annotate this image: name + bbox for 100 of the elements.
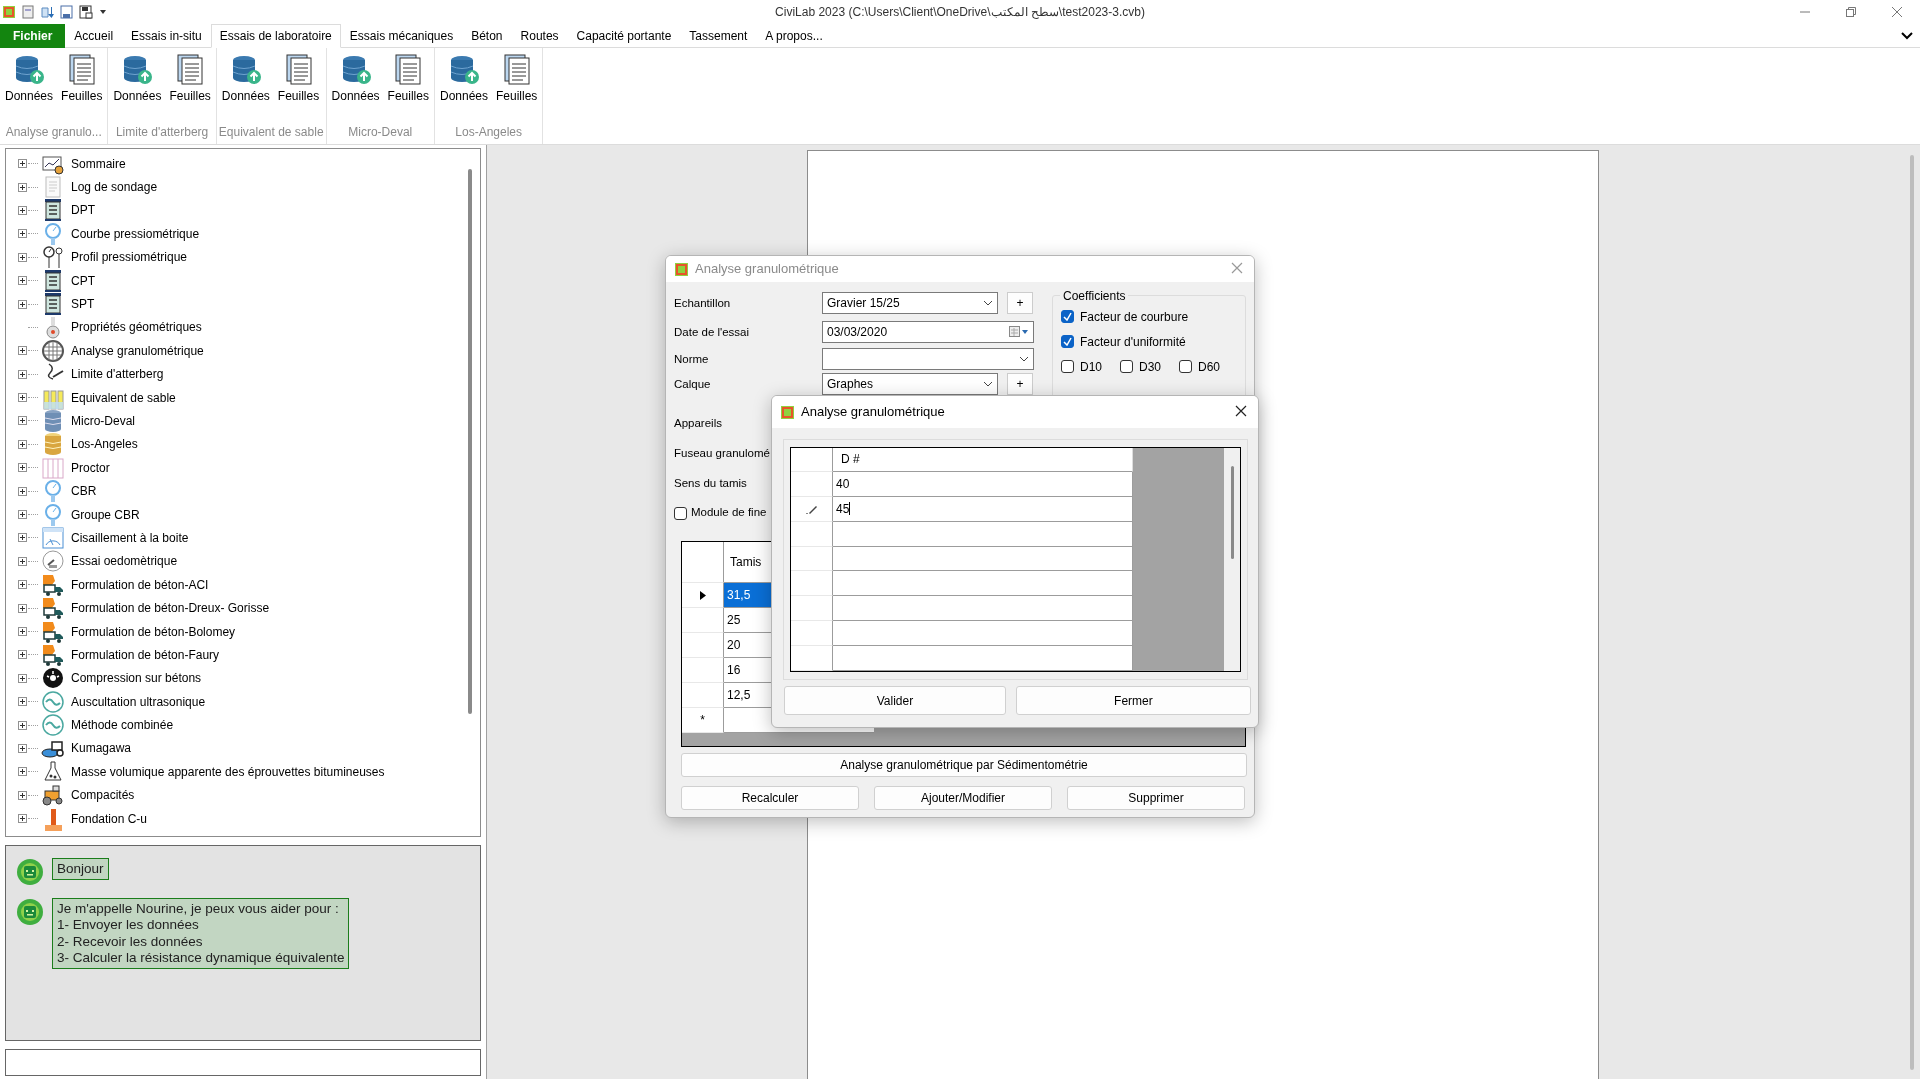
- expand-button[interactable]: [18, 650, 27, 660]
- dialog-button[interactable]: Fermer: [1015, 686, 1251, 715]
- expand-button[interactable]: [18, 627, 27, 636]
- expand-button[interactable]: [18, 603, 27, 613]
- checkbox[interactable]: [1061, 310, 1074, 323]
- expand-button[interactable]: [18, 205, 27, 215]
- scrollbar[interactable]: [1224, 448, 1240, 671]
- expand-button[interactable]: [18, 556, 27, 566]
- tree-item[interactable]: Formulation de béton-Bolomey: [71, 622, 236, 641]
- expand-button[interactable]: [18, 673, 27, 683]
- expand-button[interactable]: [18, 159, 27, 169]
- tree-item[interactable]: DPT: [71, 201, 95, 220]
- expand-button[interactable]: [18, 229, 27, 239]
- dialog-button[interactable]: Valider: [784, 686, 1006, 715]
- expand-button[interactable]: [18, 416, 27, 426]
- expand-button[interactable]: [18, 486, 27, 496]
- ribbon-tab[interactable]: Essais in-situ: [122, 24, 211, 48]
- ribbon-tab[interactable]: Essais de laboratoire: [210, 24, 341, 48]
- dialog-button[interactable]: Recalculer: [681, 786, 859, 810]
- save-as-icon[interactable]: [79, 5, 93, 19]
- chat-input-field[interactable]: [5, 1049, 481, 1076]
- open-arrow-icon[interactable]: [40, 5, 54, 19]
- expand-button[interactable]: [18, 743, 27, 753]
- expand-button[interactable]: [18, 463, 27, 473]
- ribbon-button[interactable]: Feuilles: [274, 51, 323, 105]
- ribbon-tab[interactable]: Accueil: [65, 24, 123, 48]
- ribbon-button[interactable]: Données: [436, 51, 491, 105]
- ribbon-tab[interactable]: Essais mécaniques: [340, 24, 463, 48]
- tree-item[interactable]: Formulation de béton-Dreux- Gorisse: [71, 599, 270, 618]
- tree-item[interactable]: Méthode combinée: [71, 716, 174, 735]
- expand-button[interactable]: [18, 814, 27, 824]
- file-menu-button[interactable]: Fichier: [0, 24, 66, 48]
- tree-item[interactable]: Propriétés géométriques: [71, 318, 202, 337]
- ribbon-button[interactable]: Données: [2, 51, 57, 105]
- expand-button[interactable]: [18, 790, 27, 800]
- tree-item[interactable]: Fondation C-u: [71, 809, 148, 828]
- ribbon-button[interactable]: Feuilles: [166, 51, 214, 105]
- tree-item[interactable]: Log de sondage: [71, 178, 158, 197]
- tree-item[interactable]: SPT: [71, 295, 95, 314]
- tree-item[interactable]: Sommaire: [71, 154, 126, 173]
- tree-item[interactable]: Masse volumique apparente des éprouvettes bitumineuses: [71, 762, 385, 781]
- expand-button[interactable]: [18, 369, 27, 379]
- tree-item[interactable]: Formulation de béton-Faury: [71, 645, 220, 664]
- ribbon-tab[interactable]: Routes: [511, 24, 568, 48]
- ribbon-button[interactable]: Données: [110, 51, 165, 105]
- scrollbar-thumb[interactable]: [468, 169, 472, 714]
- tree-item[interactable]: Profil pressiométrique: [71, 248, 188, 267]
- expand-button[interactable]: [18, 697, 27, 707]
- tree-item[interactable]: Analyse granulométrique: [71, 341, 204, 360]
- tree-item[interactable]: Essai oedomètrique: [71, 552, 178, 571]
- expand-button[interactable]: [18, 510, 27, 520]
- tree-item[interactable]: Groupe CBR: [71, 505, 140, 524]
- ribbon-tab[interactable]: Béton: [462, 24, 512, 48]
- ribbon-tab[interactable]: Capacité portante: [567, 24, 681, 48]
- dropdown-arrow-icon[interactable]: [99, 8, 107, 16]
- checkbox[interactable]: [1179, 360, 1193, 373]
- expand-button[interactable]: [18, 533, 27, 543]
- tree-item[interactable]: Equivalent de sable: [71, 388, 176, 407]
- tree-item[interactable]: CBR: [71, 482, 97, 501]
- tree-item[interactable]: Limite d'atterberg: [71, 365, 164, 384]
- scrollbar-thumb[interactable]: [1910, 155, 1914, 1070]
- expand-button[interactable]: [18, 439, 27, 449]
- expand-button[interactable]: [18, 182, 27, 192]
- add-button[interactable]: +: [1007, 373, 1033, 395]
- dropdown-field[interactable]: Gravier 15/25: [822, 292, 998, 314]
- date-field[interactable]: 03/03/2020: [822, 321, 1034, 343]
- checkbox[interactable]: [1061, 360, 1074, 373]
- expand-button[interactable]: [18, 767, 27, 777]
- sedimentometry-button[interactable]: Analyse granulométrique par Sédimentométrie: [681, 753, 1247, 777]
- dropdown-field[interactable]: Graphes: [822, 373, 998, 395]
- expand-button[interactable]: [18, 393, 27, 403]
- dialog-button[interactable]: Supprimer: [1067, 786, 1245, 810]
- tree-item[interactable]: Kumagawa: [71, 739, 132, 758]
- tree-item[interactable]: Proctor: [71, 458, 110, 477]
- ribbon-button[interactable]: Feuilles: [493, 51, 541, 105]
- tree-item[interactable]: Formulation de béton-ACI: [71, 575, 209, 594]
- ribbon-tab[interactable]: A propos...: [756, 24, 832, 48]
- checkbox[interactable]: [1120, 360, 1133, 373]
- expand-button[interactable]: [18, 720, 27, 730]
- ribbon-button[interactable]: Données: [328, 51, 383, 105]
- ribbon-tab[interactable]: Tassement: [680, 24, 757, 48]
- tree-item[interactable]: Auscultation ultrasonique: [71, 692, 206, 711]
- checkbox[interactable]: [1061, 335, 1074, 348]
- dropdown-field[interactable]: [822, 348, 1034, 370]
- ribbon-button[interactable]: Feuilles: [384, 51, 432, 105]
- tree-item[interactable]: Compression sur bétons: [71, 669, 202, 688]
- tree-item[interactable]: CPT: [71, 271, 95, 290]
- dialog-button[interactable]: Ajouter/Modifier: [874, 786, 1052, 810]
- checkbox[interactable]: [674, 506, 687, 520]
- expand-button[interactable]: [18, 276, 27, 286]
- save-icon[interactable]: [60, 5, 73, 19]
- tree-item[interactable]: Los-Angeles: [71, 435, 138, 454]
- tree-item[interactable]: Compacités: [71, 786, 135, 805]
- ribbon-button[interactable]: Feuilles: [58, 51, 106, 105]
- tree-item[interactable]: Micro-Deval: [71, 412, 135, 430]
- add-button[interactable]: +: [1007, 292, 1033, 314]
- table-cell[interactable]: 45: [833, 496, 1133, 522]
- expand-button[interactable]: [18, 252, 27, 262]
- expand-button[interactable]: [18, 346, 27, 356]
- tree-item[interactable]: Courbe pressiométrique: [71, 224, 200, 243]
